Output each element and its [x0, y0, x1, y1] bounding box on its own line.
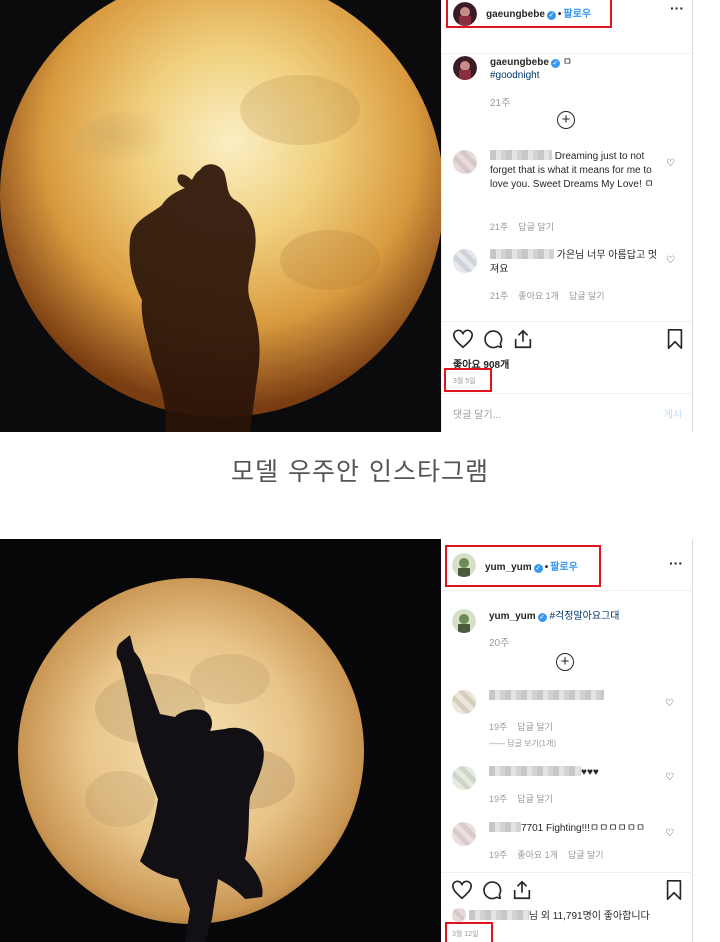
- instagram-post-2: yum_yum ✓ • 팔로우 ··· yum_yum ✓ #걱정말아요그대 20주 +…: [0, 539, 720, 942]
- comment-item: Dreaming just to not forget that is what…: [453, 150, 683, 232]
- comment-item: 7701 Fighting!!!ㅁㅁㅁㅁㅁㅁ ♡ 19주 좋아요 1개 답글 달기: [452, 822, 682, 862]
- caption-hashtag[interactable]: #goodnight: [490, 70, 540, 81]
- caption-username[interactable]: gaeungbebe: [490, 57, 549, 68]
- comment-item: ♥♥♥ ♡ 19주 답글 달기: [452, 766, 682, 806]
- comment-input[interactable]: 댓글 달기...: [453, 406, 501, 421]
- full-moon-image: [0, 539, 441, 942]
- caption-age: 21주: [490, 98, 511, 109]
- highlight-box-date: [445, 922, 493, 942]
- commenter-name-blurred[interactable]: [489, 822, 521, 832]
- comment-like-heart-icon[interactable]: ♡: [666, 158, 675, 169]
- comment-age: 21주: [490, 291, 509, 301]
- comment-meta: 19주 답글 달기: [489, 792, 563, 805]
- comment-meta: 19주 답글 달기: [489, 720, 563, 733]
- comment-meta: 19주 좋아요 1개 답글 달기: [489, 848, 614, 861]
- commenter-name-blurred[interactable]: [489, 690, 604, 700]
- comment-item: 가은님 너무 아름답고 멋져요 ♡ 21주 좋아요 1개 답글 달기: [453, 249, 683, 309]
- caption-age: 20주: [489, 638, 510, 649]
- comment-text-block: Dreaming just to not forget that is what…: [490, 150, 665, 192]
- comment-age: 21주: [490, 222, 509, 232]
- heart-icon[interactable]: [451, 879, 473, 901]
- comment-meta: 21주 답글 달기: [490, 220, 564, 233]
- highlight-box-username: [446, 0, 612, 28]
- commenter-name-blurred[interactable]: [490, 249, 554, 259]
- heart-icon[interactable]: [452, 328, 474, 350]
- comment-like-heart-icon[interactable]: ♡: [666, 255, 675, 266]
- likes-text: 님 외 11,791명이 좋아합니다: [528, 911, 650, 922]
- caption-username[interactable]: yum_yum: [489, 611, 536, 622]
- comment-like-heart-icon[interactable]: ♡: [665, 828, 674, 839]
- comment-meta: 21주 좋아요 1개 답글 달기: [490, 289, 615, 302]
- comment-age: 19주: [489, 722, 508, 732]
- comment-item: ♡ 19주 답글 달기 —— 답글 보기(1개): [452, 690, 682, 750]
- view-replies-link[interactable]: 답글 보기(1개): [507, 739, 556, 748]
- commenter-avatar[interactable]: [452, 690, 476, 714]
- share-icon[interactable]: [511, 879, 533, 901]
- liker-avatar[interactable]: [452, 908, 466, 922]
- post-side-panel: yum_yum ✓ • 팔로우 ··· yum_yum ✓ #걱정말아요그대 20주 +…: [441, 539, 693, 942]
- comment-reply-link[interactable]: 답글 달기: [517, 722, 553, 732]
- comment-likes[interactable]: 좋아요 1개: [518, 291, 559, 301]
- post-photo-full-moon: [0, 539, 441, 942]
- section-caption: 모델 우주안 인스타그램: [231, 457, 489, 486]
- comment-composer: 댓글 달기... 게시: [442, 393, 694, 433]
- comment-reply-link[interactable]: 답글 달기: [569, 291, 605, 301]
- add-comment-icon[interactable]: +: [556, 653, 574, 671]
- comment-reply-link[interactable]: 답글 달기: [518, 222, 554, 232]
- post-photo-orange-moon: [0, 0, 441, 432]
- comment-text: 7701 Fighting!!!ㅁㅁㅁㅁㅁㅁ: [521, 823, 646, 834]
- likes-summary[interactable]: 님 외 11,791명이 좋아합니다: [452, 907, 650, 922]
- action-bar: [442, 321, 694, 357]
- comment-reply-link[interactable]: 답글 달기: [568, 850, 604, 860]
- comment-text-block: [489, 690, 664, 704]
- commenter-avatar[interactable]: [452, 766, 476, 790]
- post-side-panel: gaeungbebe ✓ • 팔로우 ··· gaeungbebe ✓ ㅁ #goodn…: [441, 0, 694, 433]
- caption-text: yum_yum ✓ #걱정말아요그대: [489, 610, 679, 623]
- add-comment-icon[interactable]: +: [557, 111, 575, 129]
- caption: gaeungbebe ✓ ㅁ #goodnight: [453, 56, 683, 84]
- comment-age: 19주: [489, 850, 508, 860]
- more-options-icon[interactable]: ···: [669, 555, 683, 571]
- caption: yum_yum ✓ #걱정말아요그대: [452, 609, 682, 635]
- more-options-icon[interactable]: ···: [670, 0, 684, 16]
- commenter-avatar[interactable]: [453, 249, 477, 273]
- comment-text-block: 가은님 너무 아름답고 멋져요: [490, 249, 665, 277]
- caption-hashtag[interactable]: #걱정말아요그대: [549, 611, 619, 622]
- comment-text-block: ♥♥♥: [489, 766, 664, 780]
- comment-icon[interactable]: [482, 328, 504, 350]
- caption-text: gaeungbebe ✓ ㅁ #goodnight: [490, 56, 680, 82]
- caption-avatar[interactable]: [453, 56, 477, 80]
- replies-line: ——: [489, 739, 505, 748]
- verified-badge-icon: ✓: [550, 59, 560, 68]
- comment-likes[interactable]: 좋아요 1개: [517, 850, 558, 860]
- commenter-name-blurred[interactable]: [490, 150, 552, 160]
- comment-like-heart-icon[interactable]: ♡: [665, 698, 674, 709]
- caption-avatar[interactable]: [452, 609, 476, 633]
- comment-text-block: 7701 Fighting!!!ㅁㅁㅁㅁㅁㅁ: [489, 822, 664, 836]
- action-bar: [441, 872, 693, 908]
- liker-name-blurred[interactable]: [468, 910, 529, 920]
- comment-like-heart-icon[interactable]: ♡: [665, 772, 674, 783]
- highlight-box-username: [445, 545, 601, 587]
- highlight-box-date: [444, 368, 492, 392]
- commenter-avatar[interactable]: [453, 150, 477, 174]
- caption-emoji: ㅁ: [562, 57, 572, 68]
- view-replies[interactable]: —— 답글 보기(1개): [489, 738, 556, 749]
- bookmark-icon[interactable]: [663, 879, 685, 901]
- comment-icon[interactable]: [481, 879, 503, 901]
- comment-reply-link[interactable]: 답글 달기: [517, 794, 553, 804]
- verified-badge-icon: ✓: [537, 613, 547, 622]
- commenter-avatar[interactable]: [452, 822, 476, 846]
- commenter-name-blurred[interactable]: [489, 766, 581, 776]
- comment-age: 19주: [489, 794, 508, 804]
- post-comment-button[interactable]: 게시: [664, 406, 682, 421]
- orange-moon-image: [0, 0, 441, 432]
- instagram-post-1: gaeungbebe ✓ • 팔로우 ··· gaeungbebe ✓ ㅁ #goodn…: [0, 0, 720, 432]
- share-icon[interactable]: [512, 328, 534, 350]
- comment-text: ♥♥♥: [581, 767, 599, 778]
- bookmark-icon[interactable]: [664, 328, 686, 350]
